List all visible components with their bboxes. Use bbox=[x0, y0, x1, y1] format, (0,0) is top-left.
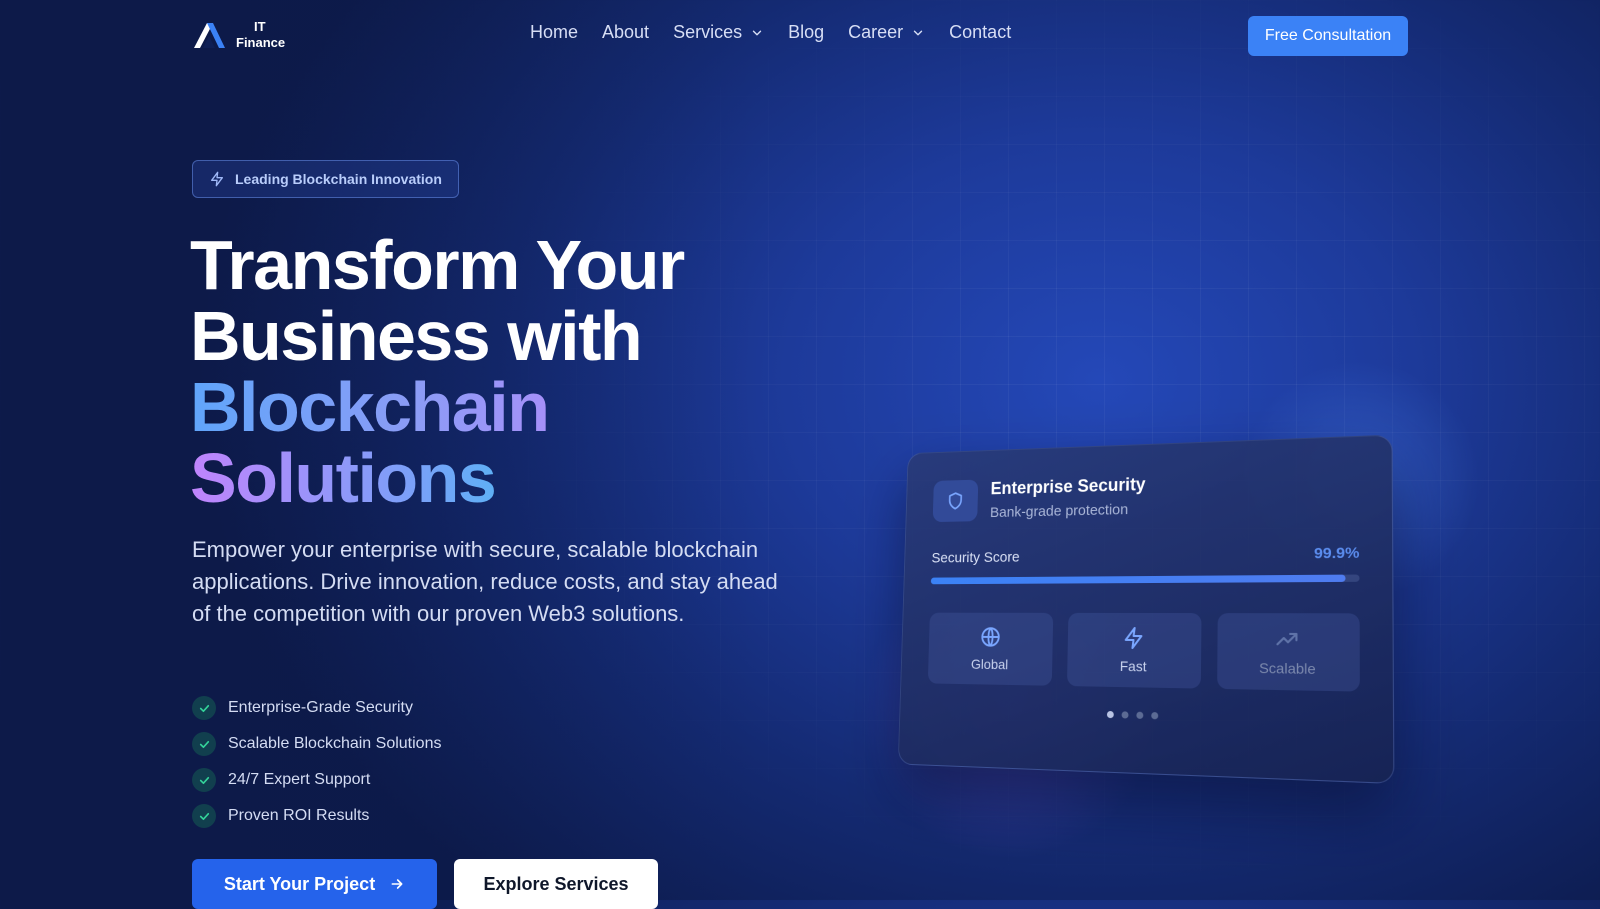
tile-label: Global bbox=[971, 656, 1008, 672]
lightning-icon bbox=[1122, 626, 1146, 650]
check-icon bbox=[192, 732, 216, 756]
nav-item-label: Services bbox=[673, 22, 742, 43]
feature-item: Proven ROI Results bbox=[192, 798, 441, 834]
chevron-down-icon bbox=[911, 26, 925, 40]
security-score-fill bbox=[931, 575, 1346, 585]
nav-item-career[interactable]: Career bbox=[848, 22, 925, 43]
nav-item-label: Home bbox=[530, 22, 578, 43]
card-title: Enterprise Security bbox=[990, 474, 1145, 499]
carousel-dot[interactable] bbox=[1122, 711, 1129, 718]
lightning-icon bbox=[209, 171, 225, 187]
check-icon bbox=[192, 768, 216, 792]
nav-item-label: Career bbox=[848, 22, 903, 43]
nav-item-contact[interactable]: Contact bbox=[949, 22, 1011, 43]
carousel-dots bbox=[927, 706, 1360, 724]
brand-logo[interactable]: IT Finance bbox=[192, 18, 285, 52]
carousel-dot[interactable] bbox=[1107, 711, 1114, 718]
nav-item-label: Blog bbox=[788, 22, 824, 43]
feature-label: Enterprise-Grade Security bbox=[228, 699, 413, 717]
nav-item-label: Contact bbox=[949, 22, 1011, 43]
feature-item: 24/7 Expert Support bbox=[192, 762, 441, 798]
start-project-button[interactable]: Start Your Project bbox=[192, 859, 437, 909]
check-icon bbox=[192, 696, 216, 720]
arrow-right-icon bbox=[389, 876, 405, 892]
hero-badge-label: Leading Blockchain Innovation bbox=[235, 171, 442, 187]
globe-icon bbox=[979, 625, 1002, 648]
main-menu: Home About Services Blog Career Contact bbox=[530, 22, 1035, 43]
tile-label: Scalable bbox=[1259, 660, 1316, 677]
carousel-dot[interactable] bbox=[1151, 712, 1158, 719]
start-project-label: Start Your Project bbox=[224, 874, 375, 895]
security-score-bar bbox=[931, 575, 1360, 585]
nav-item-services[interactable]: Services bbox=[673, 22, 764, 43]
logo-mark-icon bbox=[192, 18, 226, 52]
security-card: Enterprise Security Bank-grade protectio… bbox=[898, 435, 1395, 784]
headline-line-2: Business with bbox=[190, 301, 684, 372]
feature-item: Scalable Blockchain Solutions bbox=[192, 726, 441, 762]
nav-item-blog[interactable]: Blog bbox=[788, 22, 824, 43]
free-consultation-button[interactable]: Free Consultation bbox=[1248, 16, 1408, 56]
headline-line-3: Blockchain bbox=[190, 372, 684, 443]
shield-icon bbox=[945, 490, 965, 511]
nav-item-about[interactable]: About bbox=[602, 22, 649, 43]
check-icon bbox=[192, 804, 216, 828]
top-navigation: IT Finance Home About Services Blog Career Co… bbox=[0, 0, 1600, 72]
security-score-label: Security Score bbox=[931, 549, 1019, 566]
feature-list: Enterprise-Grade Security Scalable Blockc… bbox=[192, 690, 441, 834]
nav-item-home[interactable]: Home bbox=[530, 22, 578, 43]
nav-item-label: About bbox=[602, 22, 649, 43]
tile-label: Fast bbox=[1120, 658, 1147, 674]
tile-scalable: Scalable bbox=[1217, 613, 1360, 691]
chevron-down-icon bbox=[750, 26, 764, 40]
card-feature-tiles: Global Fast Scalable bbox=[928, 613, 1360, 692]
feature-item: Enterprise-Grade Security bbox=[192, 690, 441, 726]
card-subtitle: Bank-grade protection bbox=[990, 501, 1146, 521]
security-score-value: 99.9% bbox=[1314, 544, 1360, 562]
hero-headline: Transform Your Business with Blockchain … bbox=[190, 230, 684, 514]
headline-line-4: Solutions bbox=[190, 443, 684, 514]
carousel-dot[interactable] bbox=[1136, 712, 1143, 719]
brand-line-1: IT bbox=[236, 19, 285, 35]
feature-label: 24/7 Expert Support bbox=[228, 771, 370, 789]
feature-label: Scalable Blockchain Solutions bbox=[228, 735, 441, 753]
tile-fast: Fast bbox=[1067, 613, 1201, 689]
explore-services-button[interactable]: Explore Services bbox=[454, 859, 658, 909]
hero-subtext: Empower your enterprise with secure, sca… bbox=[192, 534, 782, 630]
feature-label: Proven ROI Results bbox=[228, 807, 369, 825]
tile-global: Global bbox=[928, 613, 1054, 686]
headline-line-1: Transform Your bbox=[190, 230, 684, 301]
trending-up-icon bbox=[1275, 627, 1300, 652]
brand-line-2: Finance bbox=[236, 35, 285, 51]
hero-badge: Leading Blockchain Innovation bbox=[192, 160, 459, 198]
